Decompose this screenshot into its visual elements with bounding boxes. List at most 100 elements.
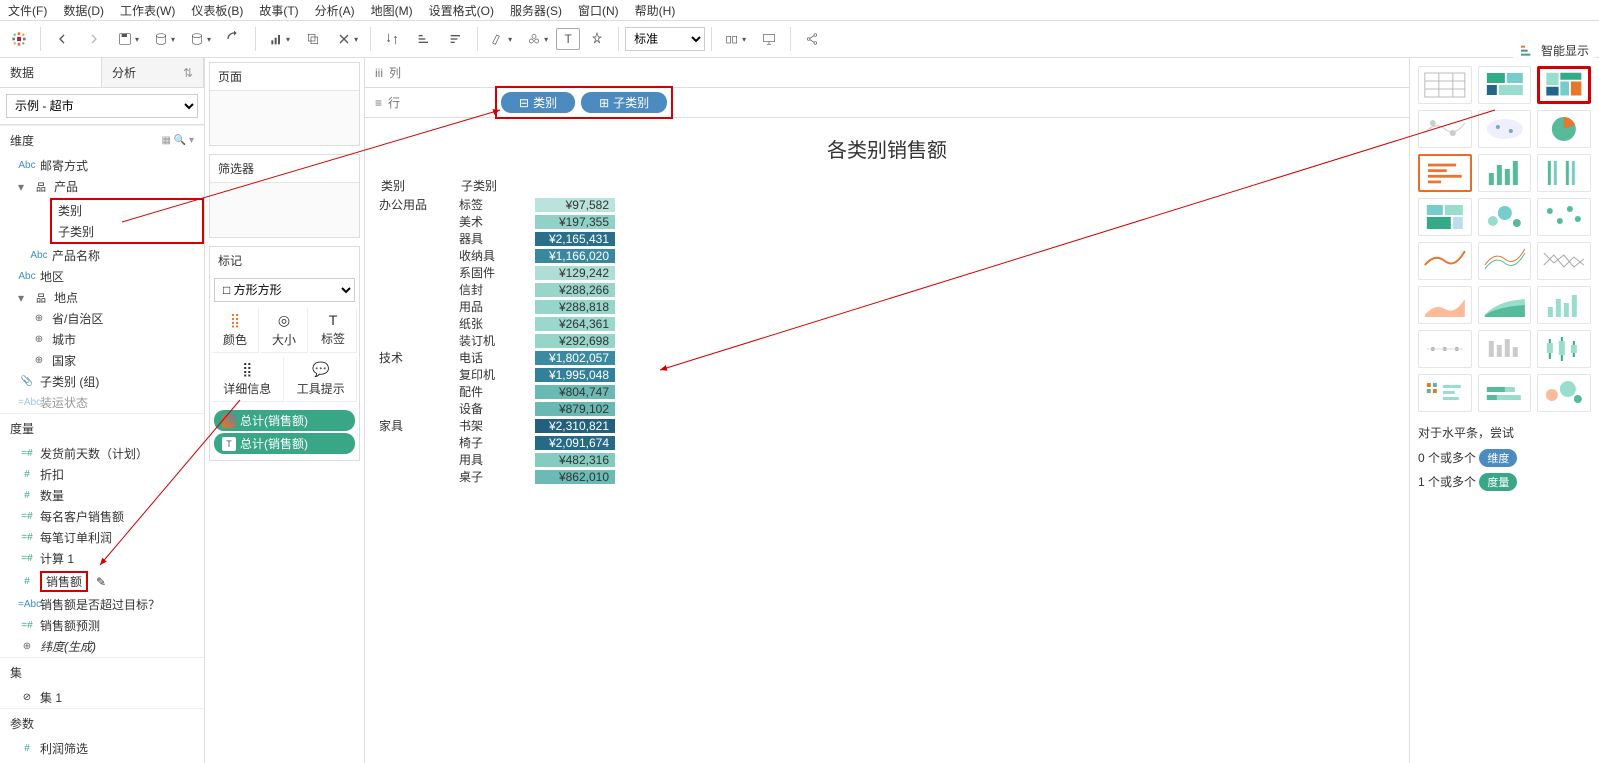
field-subcategory[interactable]: 子类别 bbox=[54, 221, 200, 242]
field-discount[interactable]: #折扣 bbox=[0, 464, 204, 485]
field-quantity[interactable]: #数量 bbox=[0, 485, 204, 506]
filters-shelf[interactable]: 筛选器 bbox=[209, 154, 360, 238]
showme-chart-21[interactable] bbox=[1418, 374, 1472, 412]
marks-detail[interactable]: ⣿详细信息 bbox=[212, 357, 284, 402]
menu-dashboard[interactable]: 仪表板(B) bbox=[191, 2, 243, 19]
show-cards-icon[interactable]: ▾ bbox=[718, 24, 752, 54]
forward-icon[interactable] bbox=[79, 24, 109, 54]
highlight-icon[interactable]: ▾ bbox=[484, 24, 518, 54]
showme-chart-4[interactable] bbox=[1478, 110, 1532, 148]
marks-label[interactable]: T标签 bbox=[310, 308, 357, 353]
back-icon[interactable] bbox=[47, 24, 77, 54]
table-row[interactable]: 家具书架¥2,310,821 bbox=[379, 417, 1395, 434]
field-lat[interactable]: ⊕纬度(生成) bbox=[0, 636, 204, 657]
table-row[interactable]: 收纳具¥1,166,020 bbox=[379, 247, 1395, 264]
menu-window[interactable]: 窗口(N) bbox=[578, 2, 619, 19]
showme-chart-9[interactable] bbox=[1418, 198, 1472, 236]
menu-map[interactable]: 地图(M) bbox=[371, 2, 413, 19]
sort-asc-icon[interactable] bbox=[409, 24, 439, 54]
table-row[interactable]: 器具¥2,165,431 bbox=[379, 230, 1395, 247]
field-city[interactable]: ⊕城市 bbox=[0, 329, 204, 350]
showme-chart-15[interactable] bbox=[1418, 286, 1472, 324]
duplicate-icon[interactable] bbox=[298, 24, 328, 54]
marks-size[interactable]: ◎大小 bbox=[261, 308, 308, 353]
sort-desc-icon[interactable] bbox=[441, 24, 471, 54]
showme-chart-19[interactable] bbox=[1478, 330, 1532, 368]
clear-icon[interactable]: ▾ bbox=[330, 24, 364, 54]
showme-chart-8[interactable] bbox=[1537, 154, 1591, 192]
field-profit-per-order[interactable]: =#每笔订单利润 bbox=[0, 527, 204, 548]
refresh-icon[interactable] bbox=[219, 24, 249, 54]
showme-chart-2[interactable] bbox=[1537, 66, 1591, 104]
showme-chart-12[interactable] bbox=[1418, 242, 1472, 280]
showme-chart-14[interactable] bbox=[1537, 242, 1591, 280]
fit-select[interactable]: 标准 bbox=[625, 27, 705, 51]
showme-chart-10[interactable] bbox=[1478, 198, 1532, 236]
field-product[interactable]: ▾品产品 bbox=[0, 176, 204, 197]
swap-icon[interactable] bbox=[377, 24, 407, 54]
pill-color-sum-sales[interactable]: 总计(销售额) bbox=[214, 410, 355, 431]
field-subset[interactable]: 📎子类别 (组) bbox=[0, 371, 204, 392]
menu-worksheet[interactable]: 工作表(W) bbox=[120, 2, 175, 19]
field-ship-mode[interactable]: Abc邮寄方式 bbox=[0, 155, 204, 176]
group-icon[interactable]: ▾ bbox=[520, 24, 554, 54]
menu-file[interactable]: 文件(F) bbox=[8, 2, 47, 19]
field-ship-days[interactable]: =#发货前天数（计划） bbox=[0, 443, 204, 464]
showme-chart-7[interactable] bbox=[1478, 154, 1532, 192]
menu-help[interactable]: 帮助(H) bbox=[635, 2, 676, 19]
tableau-logo-icon[interactable] bbox=[4, 24, 34, 54]
show-me-toggle[interactable]: 智能显示 bbox=[1513, 40, 1595, 61]
menu-data[interactable]: 数据(D) bbox=[63, 2, 104, 19]
tab-data[interactable]: 数据 bbox=[0, 58, 102, 87]
field-region[interactable]: Abc地区 bbox=[0, 266, 204, 287]
showme-chart-13[interactable] bbox=[1478, 242, 1532, 280]
pause-data-icon[interactable]: ▾ bbox=[183, 24, 217, 54]
menu-story[interactable]: 故事(T) bbox=[259, 2, 298, 19]
table-row[interactable]: 配件¥804,747 bbox=[379, 383, 1395, 400]
showme-chart-18[interactable] bbox=[1418, 330, 1472, 368]
table-row[interactable]: 纸张¥264,361 bbox=[379, 315, 1395, 332]
table-row[interactable]: 设备¥879,102 bbox=[379, 400, 1395, 417]
rows-shelf[interactable]: ⊟类别 ⊞子类别 bbox=[489, 86, 1409, 119]
field-product-name[interactable]: Abc产品名称 bbox=[0, 245, 204, 266]
table-row[interactable]: 办公用品标签¥97,582 bbox=[379, 196, 1395, 213]
menu-format[interactable]: 设置格式(O) bbox=[429, 2, 494, 19]
pin-icon[interactable] bbox=[582, 24, 612, 54]
field-country[interactable]: ⊕国家 bbox=[0, 350, 204, 371]
showme-chart-11[interactable] bbox=[1537, 198, 1591, 236]
table-row[interactable]: 信封¥288,266 bbox=[379, 281, 1395, 298]
showme-chart-22[interactable] bbox=[1478, 374, 1532, 412]
field-set1[interactable]: ⊘集 1 bbox=[0, 687, 204, 708]
field-new-growth[interactable]: #新业务增长 bbox=[0, 759, 204, 763]
table-row[interactable]: 美术¥197,355 bbox=[379, 213, 1395, 230]
showme-chart-17[interactable] bbox=[1537, 286, 1591, 324]
field-sales-per-customer[interactable]: =#每名客户销售额 bbox=[0, 506, 204, 527]
field-ship-status[interactable]: =Abc装运状态 bbox=[0, 392, 204, 413]
field-sales[interactable]: #销售额✎ bbox=[0, 569, 204, 594]
datasource-select[interactable]: 示例 - 超市 bbox=[6, 94, 198, 118]
marks-tooltip[interactable]: 💬工具提示 bbox=[286, 357, 358, 402]
table-row[interactable]: 系固件¥129,242 bbox=[379, 264, 1395, 281]
field-category[interactable]: 类别 bbox=[54, 200, 200, 221]
share-icon[interactable] bbox=[797, 24, 827, 54]
tab-analysis[interactable]: 分析⇅ bbox=[102, 58, 204, 87]
pages-shelf[interactable]: 页面 bbox=[209, 62, 360, 146]
showme-chart-3[interactable] bbox=[1418, 110, 1472, 148]
label-icon[interactable]: T bbox=[556, 28, 580, 50]
field-calc1[interactable]: =#计算 1 bbox=[0, 548, 204, 569]
marks-type-select[interactable]: □ 方形方形 bbox=[214, 278, 355, 302]
table-row[interactable]: 用具¥482,316 bbox=[379, 451, 1395, 468]
pill-row-subcategory[interactable]: ⊞子类别 bbox=[581, 92, 667, 113]
pill-row-category[interactable]: ⊟类别 bbox=[501, 92, 575, 113]
marks-color[interactable]: ⣿颜色 bbox=[212, 308, 259, 353]
showme-chart-5[interactable] bbox=[1537, 110, 1591, 148]
showme-chart-1[interactable] bbox=[1478, 66, 1532, 104]
table-row[interactable]: 复印机¥1,995,048 bbox=[379, 366, 1395, 383]
field-sales-target[interactable]: =Abc销售额是否超过目标？ bbox=[0, 594, 204, 615]
showme-chart-23[interactable] bbox=[1537, 374, 1591, 412]
pill-label-sum-sales[interactable]: T总计(销售额) bbox=[214, 433, 355, 454]
field-province[interactable]: ⊕省/自治区 bbox=[0, 308, 204, 329]
table-row[interactable]: 椅子¥2,091,674 bbox=[379, 434, 1395, 451]
field-location[interactable]: ▾品地点 bbox=[0, 287, 204, 308]
showme-chart-0[interactable] bbox=[1418, 66, 1472, 104]
